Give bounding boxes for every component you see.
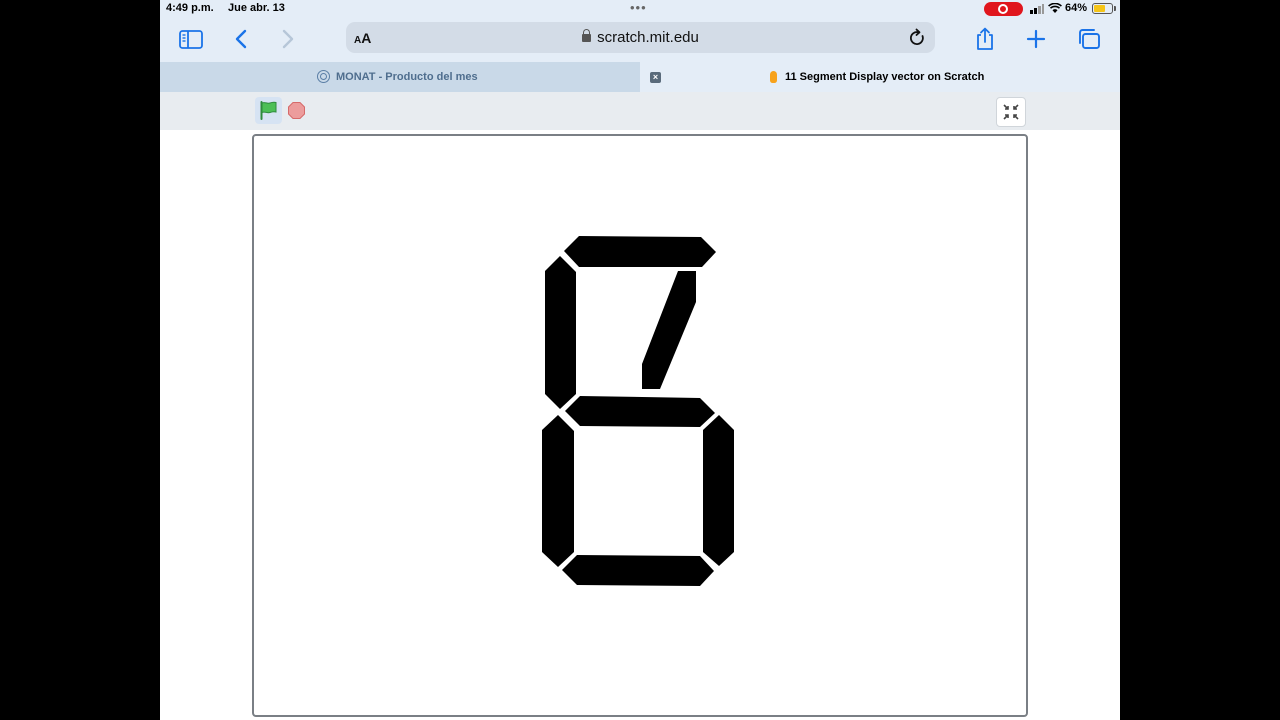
segment-middle: [565, 396, 715, 427]
tab-monat[interactable]: MONAT - Producto del mes: [160, 62, 640, 92]
battery-percent: 64%: [1065, 2, 1088, 14]
url-display[interactable]: scratch.mit.edu: [346, 29, 935, 46]
wifi-icon: [1048, 2, 1062, 17]
stop-button[interactable]: [288, 102, 305, 119]
segment-diagonal-upper-right: [642, 271, 696, 389]
battery-icon: [1092, 3, 1113, 14]
ipad-screen: 4:49 p.m. Jue abr. 13 ••• 64% AA scratch…: [160, 0, 1120, 720]
browser-toolbar: AA scratch.mit.edu: [160, 18, 1120, 62]
lock-icon: [582, 29, 592, 42]
segment-top: [564, 236, 716, 267]
forward-chevron-icon[interactable]: [273, 24, 303, 54]
tab-label: MONAT - Producto del mes: [336, 71, 478, 83]
tab-overview-icon[interactable]: [1074, 24, 1104, 54]
green-flag-icon: [260, 101, 277, 120]
scratch-stage[interactable]: [252, 134, 1028, 717]
tab-close-icon[interactable]: ×: [650, 72, 661, 83]
scratch-controls-bar: [160, 92, 1120, 130]
back-chevron-icon[interactable]: [226, 24, 256, 54]
exit-fullscreen-icon: [1003, 104, 1019, 120]
tab-label: 11 Segment Display vector on Scratch: [785, 71, 985, 83]
stop-sign-icon: [288, 102, 305, 119]
cellular-signal-icon: [1030, 3, 1044, 14]
segment-bottom: [562, 555, 714, 586]
status-date: Jue abr. 13: [228, 2, 285, 14]
tab-scratch[interactable]: × 11 Segment Display vector on Scratch: [640, 62, 1120, 92]
new-tab-plus-icon[interactable]: [1021, 24, 1051, 54]
tab-strip: MONAT - Producto del mes × 11 Segment Di…: [160, 62, 1120, 92]
sidebar-toggle-icon[interactable]: [176, 24, 206, 54]
reload-icon[interactable]: [907, 28, 927, 48]
address-bar[interactable]: AA scratch.mit.edu: [346, 22, 935, 53]
segment-upper-left: [545, 256, 576, 409]
multitasking-dots-icon[interactable]: •••: [630, 1, 647, 15]
monat-ring-icon: [317, 70, 330, 83]
status-bar: 4:49 p.m. Jue abr. 13 ••• 64%: [160, 0, 1120, 18]
url-text: scratch.mit.edu: [597, 29, 699, 46]
exit-fullscreen-button[interactable]: [996, 97, 1026, 127]
screen-recording-icon: [984, 2, 1023, 16]
segment-display: [542, 236, 734, 586]
segment-lower-right: [703, 415, 734, 566]
segment-lower-left: [542, 415, 574, 567]
scratch-cat-icon: [770, 71, 777, 83]
status-time: 4:49 p.m.: [166, 2, 214, 14]
share-icon[interactable]: [970, 24, 1000, 54]
green-flag-button[interactable]: [255, 97, 282, 124]
